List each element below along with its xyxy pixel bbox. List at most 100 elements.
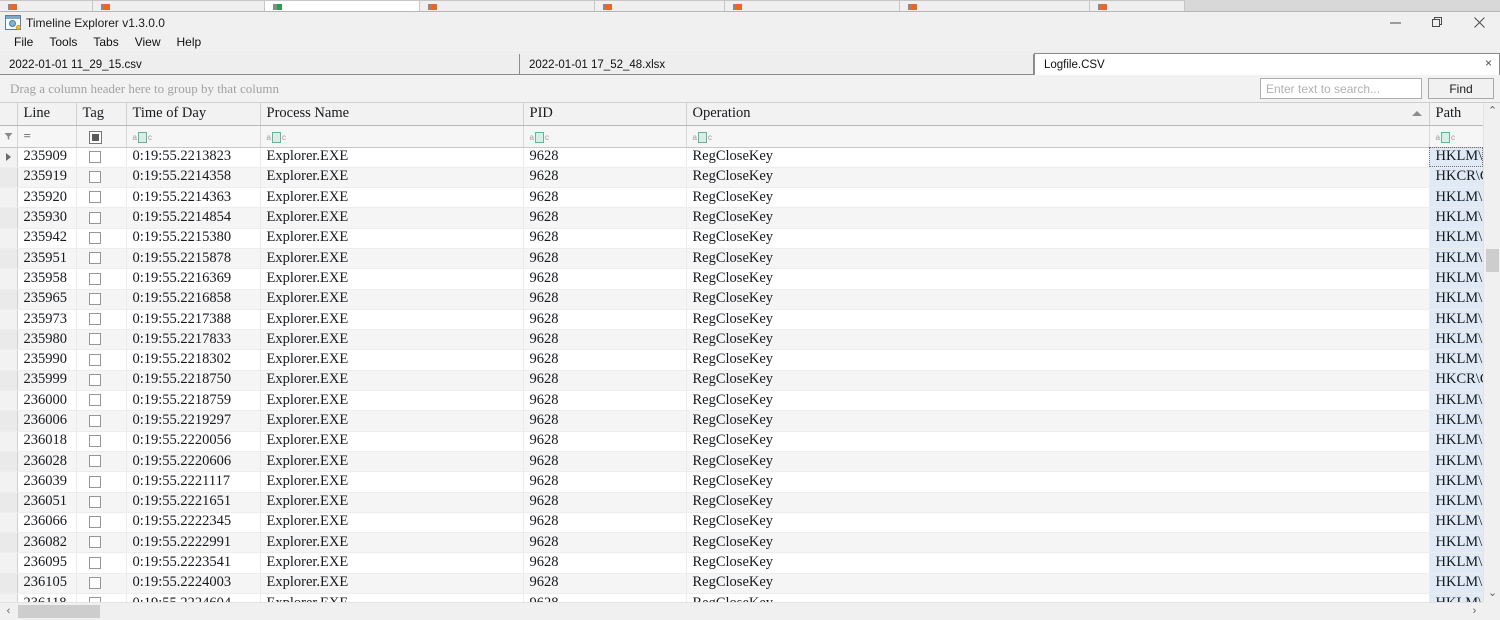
table-row[interactable]: 235920 0:19:55.2214363 Explorer.EXE 9628 Reg…	[0, 187, 1483, 209]
table-row[interactable]: 236066 0:19:55.2222345 Explorer.EXE 9628 Reg…	[0, 512, 1483, 534]
cell-time[interactable]: 0:19:55.2214358	[126, 167, 261, 189]
tab-1[interactable]: 2022-01-01 11_29_15.csv	[0, 54, 520, 75]
tag-checkbox[interactable]	[88, 292, 101, 305]
cell-tag-checkbox[interactable]	[76, 552, 127, 574]
cell-tag-checkbox[interactable]	[76, 370, 127, 392]
cell-line[interactable]: 235951	[17, 248, 77, 270]
cell-oper[interactable]: RegCloseKey	[686, 593, 1430, 602]
cell-proc[interactable]: Explorer.EXE	[260, 552, 524, 574]
table-row[interactable]: 236028 0:19:55.2220606 Explorer.EXE 9628 Reg…	[0, 451, 1483, 473]
cell-path[interactable]: HKLM\S	[1429, 552, 1483, 574]
menu-help[interactable]: Help	[169, 33, 210, 52]
cell-path[interactable]: HKLM\S	[1429, 573, 1483, 595]
cell-tag-checkbox[interactable]	[76, 471, 127, 493]
cell-time[interactable]: 0:19:55.2217388	[126, 309, 261, 331]
cell-line[interactable]: 235973	[17, 309, 77, 331]
cell-line[interactable]: 236066	[17, 512, 77, 534]
cell-path[interactable]: HKLM\S	[1429, 492, 1483, 513]
cell-oper[interactable]: RegCloseKey	[686, 349, 1430, 371]
cell-pid[interactable]: 9628	[523, 187, 687, 209]
cell-pid[interactable]: 9628	[523, 289, 687, 310]
cell-tag-checkbox[interactable]	[76, 390, 127, 412]
cell-proc[interactable]: Explorer.EXE	[260, 573, 524, 595]
cell-line[interactable]: 236095	[17, 552, 77, 574]
table-row[interactable]: 235919 0:19:55.2214358 Explorer.EXE 9628 Reg…	[0, 167, 1483, 189]
scroll-down-arrow-icon[interactable]: ⌄	[1484, 585, 1500, 602]
taskbar-button-1[interactable]	[0, 0, 93, 11]
cell-path[interactable]: HKLM\S	[1429, 187, 1483, 209]
table-row[interactable]: 236006 0:19:55.2219297 Explorer.EXE 9628 Reg…	[0, 410, 1483, 432]
table-row[interactable]: 236105 0:19:55.2224003 Explorer.EXE 9628 Reg…	[0, 573, 1483, 595]
cell-oper[interactable]: RegCloseKey	[686, 370, 1430, 392]
cell-pid[interactable]: 9628	[523, 268, 687, 290]
tag-checkbox[interactable]	[88, 434, 101, 447]
group-by-panel[interactable]: Drag a column header here to group by th…	[0, 75, 1500, 103]
tag-checkbox[interactable]	[88, 577, 101, 590]
cell-time[interactable]: 0:19:55.2216369	[126, 268, 261, 290]
cell-path[interactable]: HKLM\S	[1429, 329, 1483, 351]
cell-path[interactable]: HKLM\S	[1429, 248, 1483, 270]
cell-proc[interactable]: Explorer.EXE	[260, 431, 524, 452]
cell-time[interactable]: 0:19:55.2222991	[126, 532, 261, 554]
tag-checkbox[interactable]	[88, 495, 101, 508]
cell-pid[interactable]: 9628	[523, 552, 687, 574]
tag-checkbox[interactable]	[88, 150, 101, 163]
cell-time[interactable]: 0:19:55.2213823	[126, 147, 261, 168]
taskbar-button-3[interactable]	[265, 0, 420, 11]
cell-tag-checkbox[interactable]	[76, 147, 127, 168]
cell-path[interactable]: HKLM\S	[1429, 228, 1483, 249]
cell-tag-checkbox[interactable]	[76, 329, 127, 351]
tab-3[interactable]: Logfile.CSV ×	[1034, 53, 1500, 75]
cell-pid[interactable]: 9628	[523, 207, 687, 229]
cell-pid[interactable]: 9628	[523, 532, 687, 554]
cell-time[interactable]: 0:19:55.2220056	[126, 431, 261, 452]
cell-path[interactable]: HKLM\S	[1429, 593, 1483, 602]
tag-checkbox[interactable]	[88, 516, 101, 529]
cell-time[interactable]: 0:19:55.2214363	[126, 187, 261, 209]
table-row[interactable]: 235999 0:19:55.2218750 Explorer.EXE 9628 Reg…	[0, 370, 1483, 392]
scroll-up-arrow-icon[interactable]: ⌃	[1484, 103, 1500, 120]
vertical-scroll-thumb[interactable]	[1486, 249, 1499, 272]
cell-tag-checkbox[interactable]	[76, 248, 127, 270]
cell-path[interactable]: HKLM\S	[1429, 532, 1483, 554]
tab-close-icon[interactable]: ×	[1485, 57, 1492, 69]
cell-proc[interactable]: Explorer.EXE	[260, 492, 524, 513]
cell-time[interactable]: 0:19:55.2219297	[126, 410, 261, 432]
cell-proc[interactable]: Explorer.EXE	[260, 370, 524, 392]
tag-checkbox[interactable]	[88, 171, 101, 184]
filter-cell-path[interactable]: ac	[1429, 125, 1483, 148]
filter-cell-tag[interactable]	[76, 125, 127, 148]
cell-pid[interactable]: 9628	[523, 390, 687, 412]
cell-time[interactable]: 0:19:55.2220606	[126, 451, 261, 473]
cell-oper[interactable]: RegCloseKey	[686, 431, 1430, 452]
close-button[interactable]	[1458, 12, 1500, 33]
cell-line[interactable]: 236051	[17, 492, 77, 513]
cell-line[interactable]: 235909	[17, 147, 77, 168]
cell-tag-checkbox[interactable]	[76, 187, 127, 209]
cell-tag-checkbox[interactable]	[76, 410, 127, 432]
cell-proc[interactable]: Explorer.EXE	[260, 167, 524, 189]
cell-time[interactable]: 0:19:55.2222345	[126, 512, 261, 534]
cell-tag-checkbox[interactable]	[76, 512, 127, 534]
cell-time[interactable]: 0:19:55.2214854	[126, 207, 261, 229]
table-row[interactable]: 236051 0:19:55.2221651 Explorer.EXE 9628 Reg…	[0, 492, 1483, 513]
cell-time[interactable]: 0:19:55.2218759	[126, 390, 261, 412]
cell-line[interactable]: 235919	[17, 167, 77, 189]
restore-button[interactable]	[1416, 12, 1458, 33]
cell-time[interactable]: 0:19:55.2221651	[126, 492, 261, 513]
cell-proc[interactable]: Explorer.EXE	[260, 593, 524, 602]
cell-time[interactable]: 0:19:55.2224604	[126, 593, 261, 602]
cell-line[interactable]: 236018	[17, 431, 77, 452]
filter-cell-pid[interactable]: ac	[523, 125, 687, 148]
cell-oper[interactable]: RegCloseKey	[686, 573, 1430, 595]
table-row[interactable]: 236118 0:19:55.2224604Explorer.EXE9628Reg…	[0, 593, 1483, 602]
indeterminate-checkbox-icon[interactable]	[88, 130, 102, 144]
cell-pid[interactable]: 9628	[523, 573, 687, 595]
cell-line[interactable]: 235980	[17, 329, 77, 351]
cell-oper[interactable]: RegCloseKey	[686, 309, 1430, 331]
horizontal-scrollbar[interactable]: ‹ ›	[0, 602, 1500, 619]
cell-proc[interactable]: Explorer.EXE	[260, 410, 524, 432]
cell-path[interactable]: HKLM\S	[1429, 431, 1483, 452]
cell-line[interactable]: 236082	[17, 532, 77, 554]
filter-cell-oper[interactable]: ac	[686, 125, 1430, 148]
